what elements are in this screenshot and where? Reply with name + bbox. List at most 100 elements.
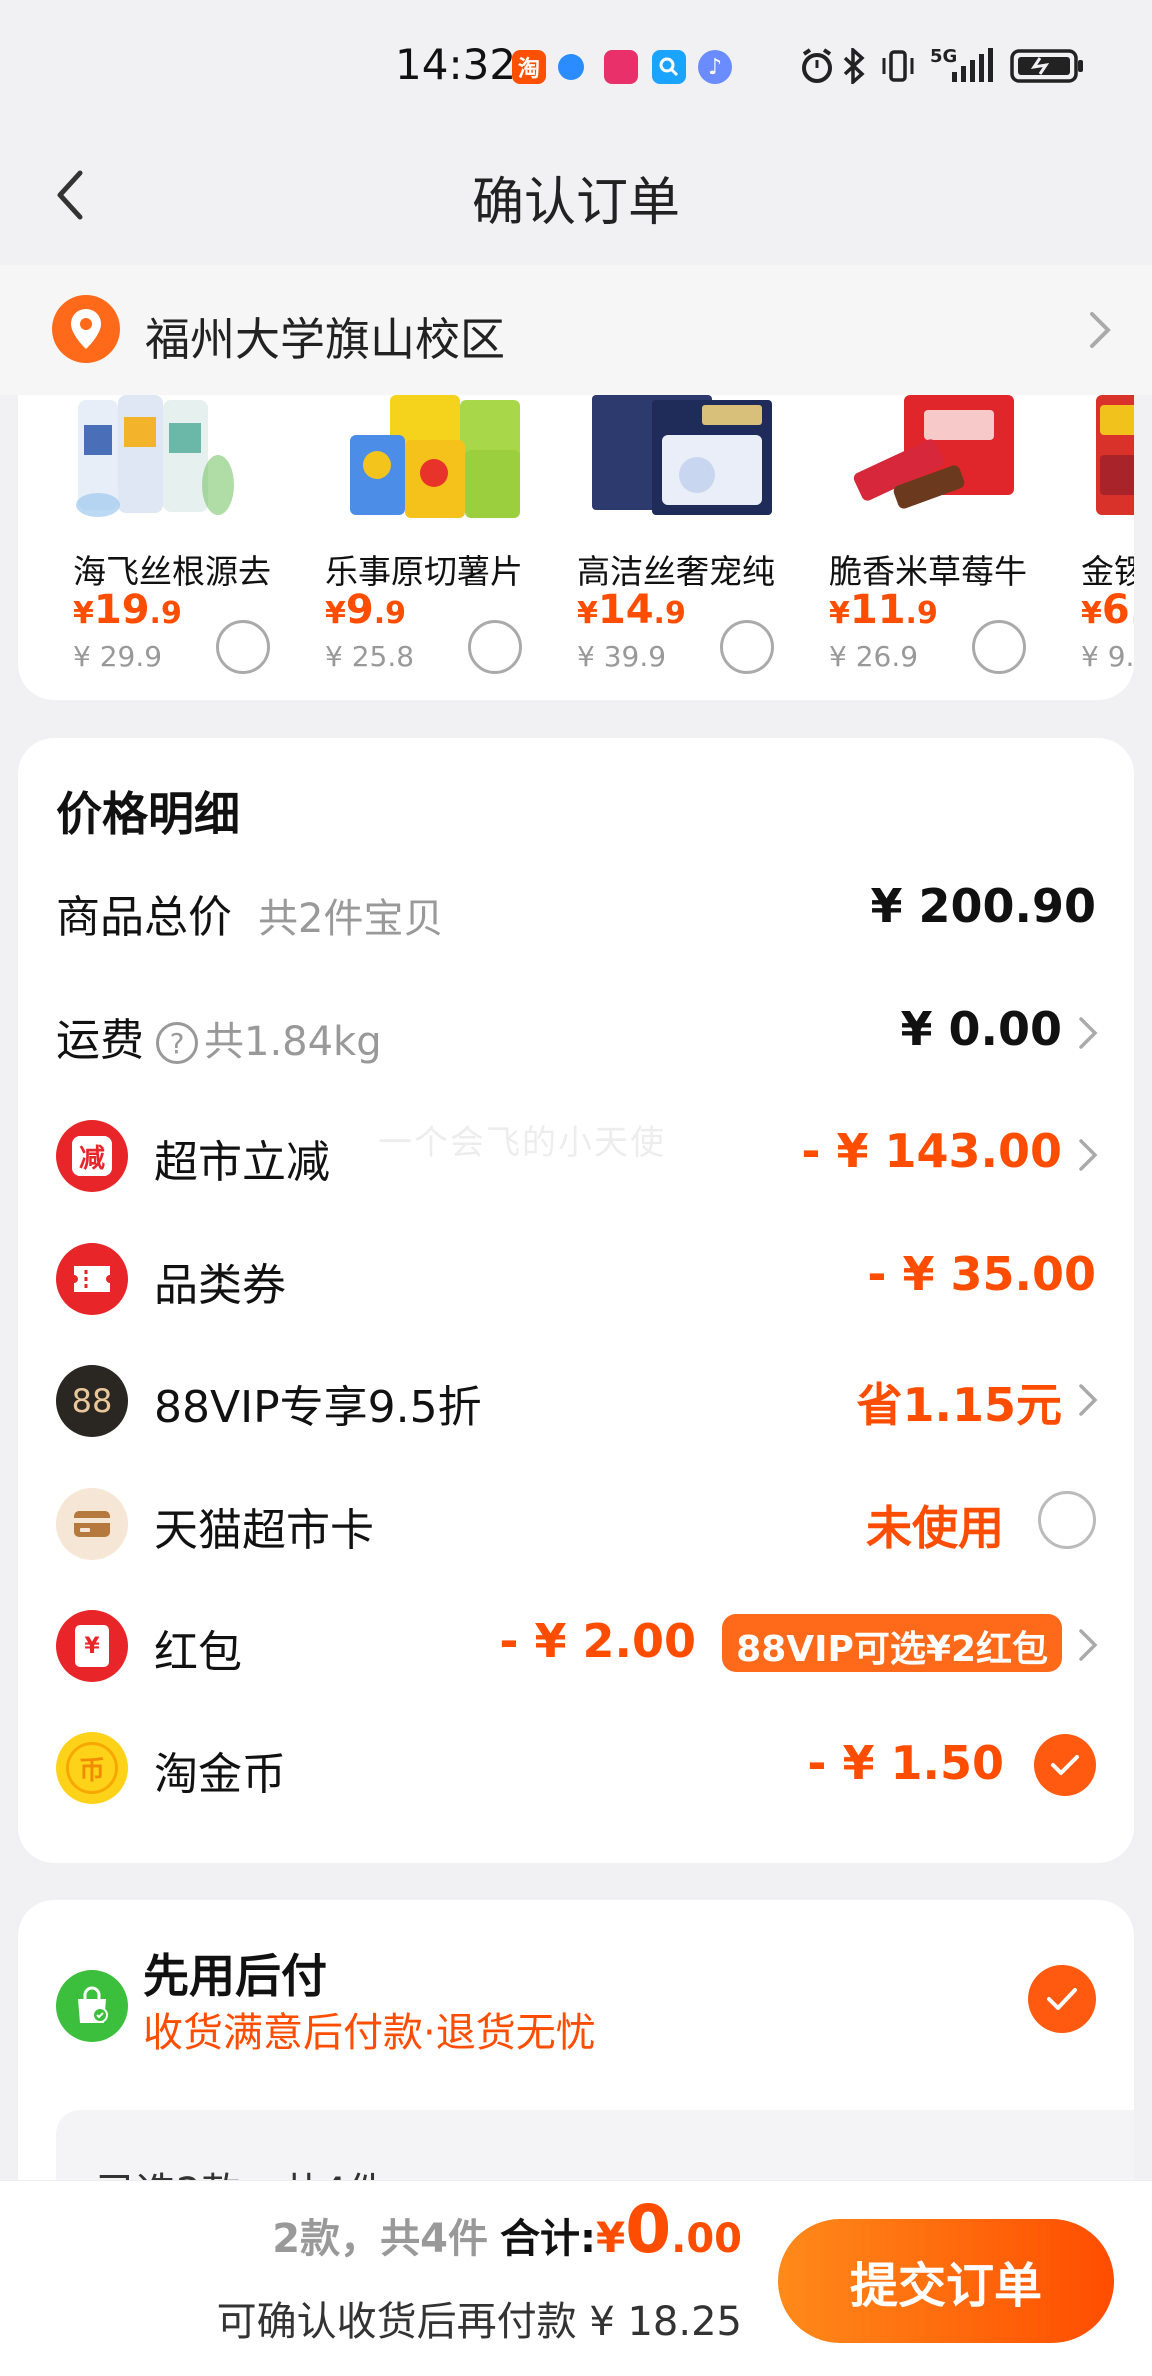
taobao-coin-checkbox[interactable] <box>1034 1734 1096 1796</box>
vip-88-icon: 88 <box>56 1365 128 1437</box>
product-price: ¥19.9 <box>73 587 182 633</box>
product-image-pads <box>582 395 782 520</box>
vip-discount-label: 88VIP专享9.5折 <box>154 1382 482 1433</box>
network-type: 5G <box>930 46 958 67</box>
goods-total-value: ¥ 200.90 <box>870 879 1096 933</box>
product-price: ¥11.9 <box>829 587 938 633</box>
product-image-sausage <box>1096 395 1134 520</box>
wallet-card-icon <box>56 1488 128 1560</box>
nav-bar: 确认订单 <box>0 130 1152 265</box>
shipping-row[interactable]: 运费? 共1.84kg ¥ 0.00 <box>18 976 1134 1086</box>
vip-red-packet-badge[interactable]: 88VIP可选¥2红包 <box>722 1614 1062 1672</box>
product-original-price: ¥ 25.8 <box>325 640 415 673</box>
product-image-shampoo <box>48 395 278 520</box>
pay-later-subtitle: 收货满意后付款·退货无忧 <box>143 2010 596 2056</box>
product-original-price: ¥ 9. <box>1081 640 1134 673</box>
help-icon[interactable]: ? <box>156 1022 198 1064</box>
red-packet-label: 红包 <box>154 1627 242 1678</box>
tmall-card-status: 未使用 <box>866 1501 1004 1555</box>
pay-later-title: 先用后付 <box>143 1949 327 2003</box>
product-select-radio[interactable] <box>972 620 1026 674</box>
product-price: ¥6. <box>1081 587 1134 633</box>
product-name: 高洁丝奢宠纯 <box>577 552 775 591</box>
tmall-card-radio[interactable] <box>1038 1491 1096 1549</box>
taobao-notification-icon: 淘 <box>512 50 546 84</box>
status-time: 14:32 <box>395 40 517 89</box>
signal-icon: 5G <box>930 46 1000 86</box>
shipping-label: 运费 <box>56 1015 144 1066</box>
price-detail-title: 价格明细 <box>56 787 240 841</box>
product-price: ¥14.9 <box>577 587 686 633</box>
game-notification-icon <box>604 50 638 84</box>
goods-total-label: 商品总价 <box>56 892 232 943</box>
product-name: 金锣 <box>1081 552 1134 591</box>
coin-icon: 币 <box>56 1732 128 1804</box>
category-coupon-value: - ¥ 35.00 <box>867 1247 1096 1301</box>
taobao-coin-row[interactable]: 币 淘金币 - ¥ 1.50 <box>18 1710 1134 1820</box>
shipping-weight: 共1.84kg <box>204 1019 382 1065</box>
item-count: 2款，共4件 <box>272 2216 488 2262</box>
product-image-chocolate <box>834 395 1034 520</box>
red-packet-value: - ¥ 2.00 <box>499 1614 696 1668</box>
product-card[interactable]: 乐事原切薯片 ¥9.9 ¥ 25.8 <box>270 395 523 700</box>
product-original-price: ¥ 29.9 <box>73 640 163 673</box>
red-packet-row[interactable]: ¥ 红包 - ¥ 2.00 88VIP可选¥2红包 <box>18 1588 1134 1698</box>
product-card[interactable]: 高洁丝奢宠纯 ¥14.9 ¥ 39.9 <box>522 395 775 700</box>
total-label: 合计: <box>499 2216 596 2262</box>
vip-discount-value: 省1.15元 <box>856 1378 1063 1432</box>
bluetooth-icon <box>842 46 866 86</box>
page-title: 确认订单 <box>471 173 680 233</box>
shopping-bag-icon <box>56 1970 128 2042</box>
address-label: 福州大学旗山校区 <box>145 313 506 366</box>
pay-later-checkbox[interactable] <box>1028 1965 1096 2033</box>
product-select-radio[interactable] <box>216 620 270 674</box>
taobao-coin-value: - ¥ 1.50 <box>807 1736 1004 1790</box>
total-currency: ¥ <box>595 2213 626 2262</box>
chevron-right-icon <box>1078 1628 1098 1666</box>
submit-order-button[interactable]: 提交订单 <box>778 2219 1114 2343</box>
category-coupon-row[interactable]: 品类券 - ¥ 35.00 <box>18 1221 1134 1331</box>
vibrate-icon <box>880 46 916 86</box>
battery-icon <box>1010 46 1086 86</box>
checkmark-icon <box>1051 1755 1079 1775</box>
product-card[interactable]: 脆香米草莓牛 ¥11.9 ¥ 26.9 <box>774 395 1027 700</box>
music-notification-icon: ♪ <box>698 50 732 84</box>
product-card[interactable]: 海飞丝根源去 ¥19.9 ¥ 29.9 <box>18 395 271 700</box>
product-original-price: ¥ 39.9 <box>577 640 667 673</box>
vip-discount-row[interactable]: 88 88VIP专享9.5折 省1.15元 <box>18 1343 1134 1453</box>
tmall-card-row[interactable]: 天猫超市卡 未使用 <box>18 1466 1134 1576</box>
order-summary: 2款，共4件 合计: ¥ 0 .00 <box>272 2191 742 2268</box>
pay-after-receipt-text: 可确认收货后再付款 ¥ 18.25 <box>216 2299 742 2345</box>
recommended-products: 海飞丝根源去 ¥19.9 ¥ 29.9 乐事原切薯片 ¥9.9 ¥ 25.8 高… <box>18 395 1134 700</box>
checkmark-icon <box>1047 1988 1077 2010</box>
location-pin-icon <box>52 295 120 363</box>
product-card[interactable]: 金锣 ¥6. ¥ 9. <box>1026 395 1134 700</box>
product-price: ¥9.9 <box>325 587 406 633</box>
chevron-right-icon <box>1078 1138 1098 1176</box>
checkout-bar: 2款，共4件 合计: ¥ 0 .00 可确认收货后再付款 ¥ 18.25 提交订… <box>0 2180 1152 2376</box>
supermarket-discount-label: 超市立减 <box>154 1137 330 1188</box>
product-original-price: ¥ 26.9 <box>829 640 919 673</box>
price-detail-card: 价格明细 商品总价 共2件宝贝 ¥ 200.90 运费? 共1.84kg ¥ 0.… <box>18 738 1134 1863</box>
address-bar[interactable]: 福州大学旗山校区 <box>0 265 1152 395</box>
chevron-right-icon <box>1078 1016 1098 1054</box>
discount-icon: 减 <box>56 1120 128 1192</box>
product-select-radio[interactable] <box>720 620 774 674</box>
product-select-radio[interactable] <box>468 620 522 674</box>
goods-total-row: 商品总价 共2件宝贝 ¥ 200.90 <box>18 853 1134 963</box>
chevron-right-icon <box>1088 310 1112 354</box>
alarm-icon <box>798 46 836 86</box>
supermarket-discount-value: - ¥ 143.00 <box>801 1124 1062 1178</box>
red-packet-icon: ¥ <box>56 1610 128 1682</box>
product-name: 脆香米草莓牛 <box>829 552 1027 591</box>
coupon-icon <box>56 1243 128 1315</box>
product-image-chips <box>330 395 530 520</box>
category-coupon-label: 品类券 <box>154 1260 286 1311</box>
goods-total-count: 共2件宝贝 <box>258 896 444 942</box>
app-notification-icon <box>558 54 584 80</box>
tmall-card-label: 天猫超市卡 <box>154 1505 374 1556</box>
status-bar: 14:32 淘 ♪ 5G <box>0 0 1152 130</box>
total-amount-decimal: .00 <box>671 2216 742 2262</box>
chevron-right-icon <box>1078 1383 1098 1421</box>
search-notification-icon <box>652 50 686 84</box>
